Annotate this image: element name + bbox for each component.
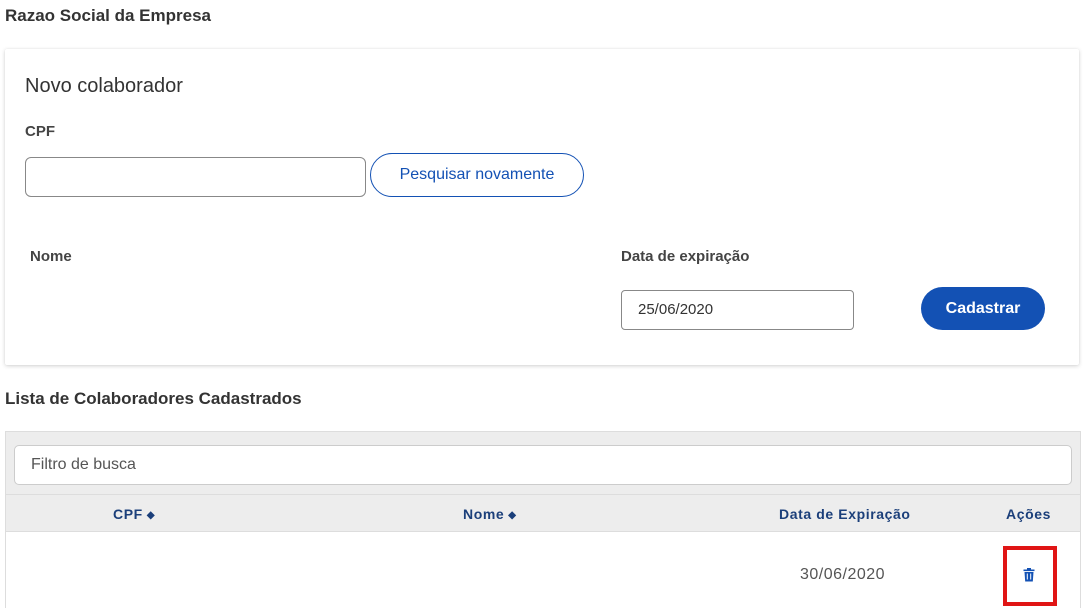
search-filter-input[interactable]: Filtro de busca [14,445,1072,485]
card-title: Novo colaborador [25,75,183,97]
table-header: CPF ◆ Nome ◆ Data de Expiração Ações [6,494,1080,531]
row-expiration-date: 30/06/2020 [800,566,886,583]
column-header-cpf[interactable]: CPF ◆ [113,506,155,522]
column-header-actions: Ações [1006,506,1052,522]
expiration-label: Data de expiração [621,248,750,265]
column-header-nome[interactable]: Nome ◆ [463,506,517,522]
search-again-button[interactable]: Pesquisar novamente [370,153,584,197]
company-title: Razao Social da Empresa [5,6,211,25]
new-collaborator-card: Novo colaborador CPF Pesquisar novamente… [5,49,1079,365]
cpf-input[interactable] [25,157,366,197]
list-title: Lista de Colaboradores Cadastrados [5,389,302,408]
sort-icon: ◆ [508,510,517,521]
cpf-label: CPF [25,123,55,140]
trash-icon[interactable] [1021,566,1037,584]
expiration-date-input[interactable]: 25/06/2020 [621,290,854,330]
nome-label: Nome [30,248,72,265]
column-header-nome-label: Nome [463,506,505,522]
column-header-expiration: Data de Expiração [779,506,911,522]
collaborators-table: Filtro de busca CPF ◆ Nome ◆ Data de Expir… [5,431,1081,608]
sort-icon: ◆ [146,510,156,521]
table-row: 30/06/2020 [6,531,1080,608]
column-header-cpf-label: CPF [113,506,143,522]
register-button[interactable]: Cadastrar [921,287,1045,330]
